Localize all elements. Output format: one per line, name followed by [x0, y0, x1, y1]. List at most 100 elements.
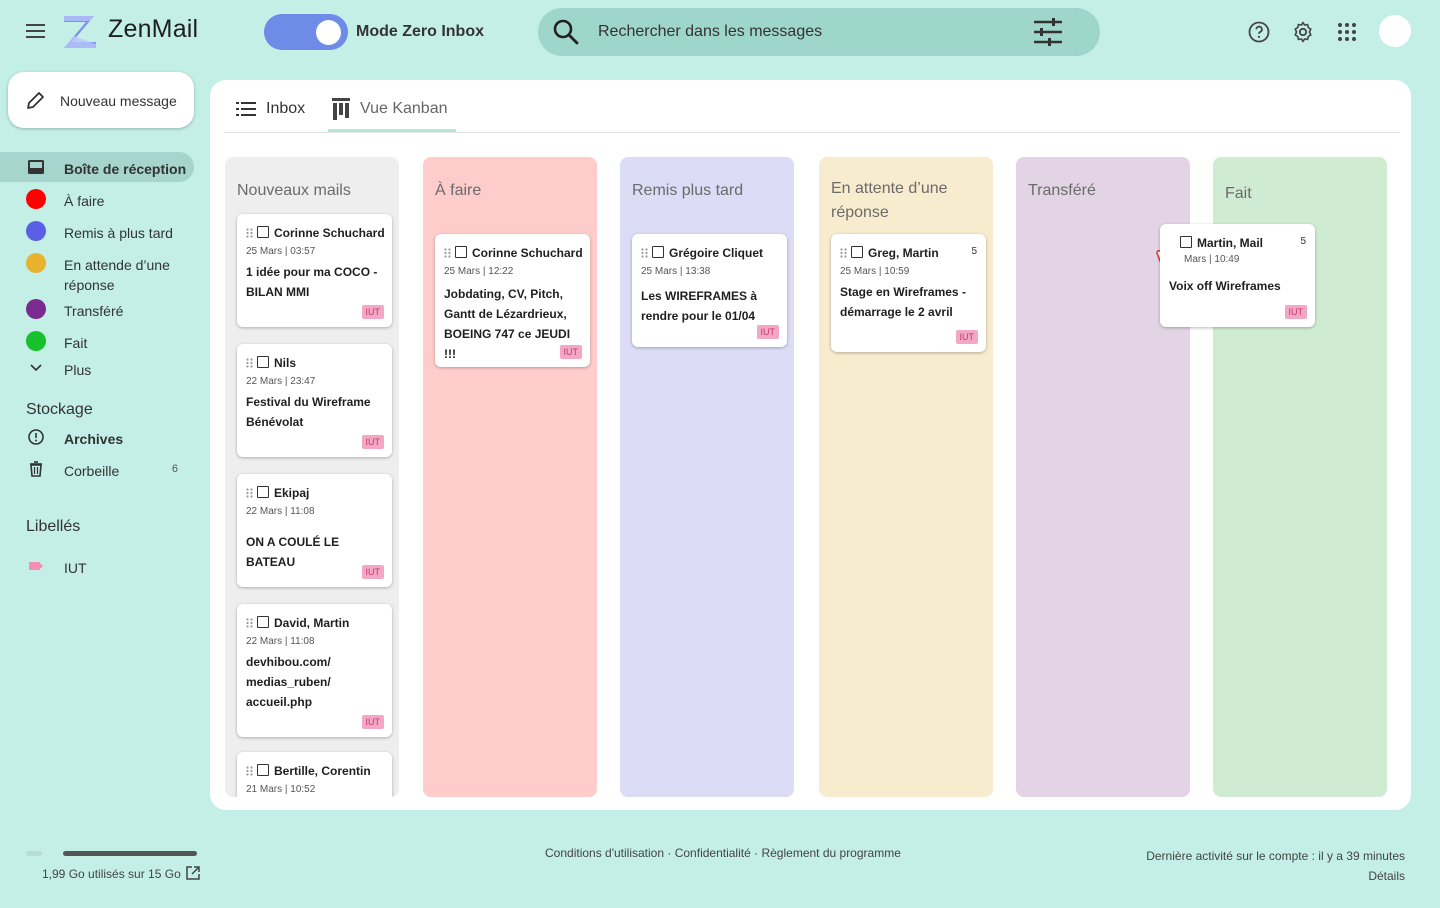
drag-handle-icon[interactable] [246, 766, 253, 776]
drag-handle-icon[interactable] [840, 248, 847, 258]
open-external-icon[interactable] [185, 865, 201, 881]
sidebar-item-label: IUT [64, 560, 87, 576]
storage-usage-text: 1,99 Go utilisés sur 15 Go [42, 867, 181, 881]
sidebar-item-label: Plus [64, 362, 92, 378]
drag-handle-icon[interactable] [246, 488, 253, 498]
mail-checkbox[interactable] [257, 356, 269, 368]
mail-card[interactable]: Nils 22 Mars | 23:47 Festival du Wireframe… [237, 344, 392, 457]
mail-checkbox[interactable] [257, 616, 269, 628]
help-icon[interactable] [1247, 20, 1271, 44]
mail-checkbox[interactable] [257, 486, 269, 498]
mail-checkbox[interactable] [1180, 236, 1192, 248]
label-badge: IUT [361, 435, 384, 449]
mail-card[interactable]: Corinne Schuchard 25 Mars | 12:22 Jobdatin… [435, 234, 590, 367]
storage-used-bar [26, 851, 42, 856]
settings-gear-icon[interactable] [1291, 20, 1315, 44]
details-link[interactable]: Détails [1368, 869, 1405, 883]
kanban-columns-icon [332, 98, 350, 120]
mail-date: Mars | 10:49 [1184, 254, 1240, 265]
tab-inbox[interactable]: Inbox [236, 80, 324, 132]
red-dot-icon [26, 189, 46, 209]
drag-handle-icon[interactable] [641, 248, 648, 258]
column-title: À faire [435, 182, 482, 199]
sidebar-item-forwarded[interactable]: Transféré [0, 294, 194, 324]
mail-subject: Les WIREFRAMES à rendre pour le 01/04 [641, 289, 758, 323]
mail-checkbox[interactable] [652, 246, 664, 258]
label-badge: IUT [361, 305, 384, 319]
label-badge: IUT [361, 565, 384, 579]
search-input[interactable] [598, 20, 1018, 44]
mail-subject: Festival du Wireframe Bénévolat [246, 395, 371, 429]
sidebar-label-iut[interactable]: IUT [0, 551, 194, 581]
mail-date: 22 Mars | 11:08 [246, 506, 315, 517]
account-avatar[interactable] [1379, 15, 1411, 47]
thread-count: 5 [1300, 236, 1306, 247]
drag-handle-icon[interactable] [246, 618, 253, 628]
tab-label: Inbox [266, 100, 306, 117]
menu-line [26, 24, 45, 26]
drag-handle-icon[interactable] [246, 228, 253, 238]
thread-count: 5 [971, 246, 977, 257]
sidebar-item-label: En attende d’une réponse [64, 257, 170, 293]
privacy-link[interactable]: Confidentialité [675, 846, 751, 860]
mail-card[interactable]: David, Martin 22 Mars | 11:08 devhibou.com… [237, 604, 392, 737]
mail-checkbox[interactable] [257, 764, 269, 776]
mail-checkbox[interactable] [851, 246, 863, 258]
sidebar-item-more[interactable]: Plus [0, 353, 194, 383]
mail-card[interactable]: Grégoire Cliquet 25 Mars | 13:38 Les WIREF… [632, 234, 787, 347]
trash-count: 6 [171, 463, 178, 475]
mail-sender: Greg, Martin [868, 246, 939, 260]
archive-alert-icon [28, 429, 44, 445]
kanban-column: À faire Corinne Schuchard 25 Mars | 12:22 J… [423, 157, 597, 797]
app-name: ZenMail [108, 15, 199, 43]
main-panel: Inbox Vue Kanban Nouveaux mails Corinne S… [210, 80, 1411, 810]
list-icon [236, 102, 256, 116]
mail-subject: 1 idée pour ma COCO - BILAN MMI [246, 265, 378, 299]
sidebar-item-awaiting-reply[interactable]: En attende d’une réponse [0, 248, 194, 294]
separator: · [667, 846, 675, 860]
kanban-column: Nouveaux mails Corinne Schuchard 25 Mars |… [225, 157, 399, 797]
sidebar-item-todo[interactable]: À faire [0, 184, 194, 214]
sidebar-item-trash[interactable]: Corbeille 6 [0, 454, 194, 484]
mail-card[interactable]: Corinne Schuchard 25 Mars | 03:57 1 idée p… [237, 214, 392, 327]
mail-sender: Nils [274, 356, 297, 370]
drag-handle-icon[interactable] [444, 248, 451, 258]
mail-date: 22 Mars | 23:47 [246, 376, 316, 387]
mail-card[interactable]: Ekipaj 22 Mars | 11:08 ON A COULÉ LE BATEA… [237, 474, 392, 587]
drag-handle-icon[interactable] [246, 358, 253, 368]
tab-kanban[interactable]: Vue Kanban [328, 80, 456, 132]
yellow-dot-icon [26, 253, 46, 273]
terms-link[interactable]: Conditions d'utilisation [545, 846, 664, 860]
dragged-mail-card[interactable]: Martin, Mail 5 Mars | 10:49 Voix off Wir… [1160, 224, 1315, 327]
account-activity: Dernière activité sur le compte : il y a… [1146, 846, 1405, 886]
search-options-icon[interactable] [1032, 17, 1064, 47]
search-icon[interactable] [552, 18, 580, 46]
apps-grid-icon[interactable] [1335, 20, 1359, 44]
mail-date: 25 Mars | 13:38 [641, 266, 711, 277]
sidebar-item-label: Corbeille [64, 463, 120, 479]
sidebar-item-label: À faire [64, 193, 105, 209]
mail-checkbox[interactable] [257, 226, 269, 238]
mail-card[interactable]: Greg, Martin 5 25 Mars | 10:59 Stage en Wir… [831, 234, 986, 352]
main-menu-button[interactable] [22, 20, 50, 44]
search-bar [538, 8, 1100, 56]
label-badge: IUT [955, 330, 978, 344]
sidebar-item-done[interactable]: Fait [0, 326, 194, 356]
mail-checkbox[interactable] [455, 246, 467, 258]
view-tabs: Inbox Vue Kanban [224, 80, 1400, 133]
sidebar-item-snoozed[interactable]: Remis à plus tard [0, 216, 194, 246]
sidebar-item-archives[interactable]: Archives [0, 422, 194, 452]
program-rules-link[interactable]: Règlement du programme [761, 846, 900, 860]
zero-inbox-toggle[interactable] [264, 14, 348, 50]
pencil-icon [27, 92, 44, 109]
mail-sender: David, Martin [274, 616, 350, 630]
column-title: En attente d’une réponse [831, 180, 948, 221]
inbox-icon [28, 160, 44, 174]
green-dot-icon [26, 331, 46, 351]
labels-section-title: Libellés [26, 518, 81, 535]
chevron-down-icon [30, 364, 42, 372]
sidebar-item-inbox[interactable]: Boîte de réception [0, 152, 194, 182]
sidebar-item-label: Boîte de réception [64, 161, 187, 177]
compose-button[interactable]: Nouveau message [8, 72, 194, 128]
mail-card[interactable]: Bertille, Corentin 21 Mars | 10:52 [237, 752, 392, 797]
